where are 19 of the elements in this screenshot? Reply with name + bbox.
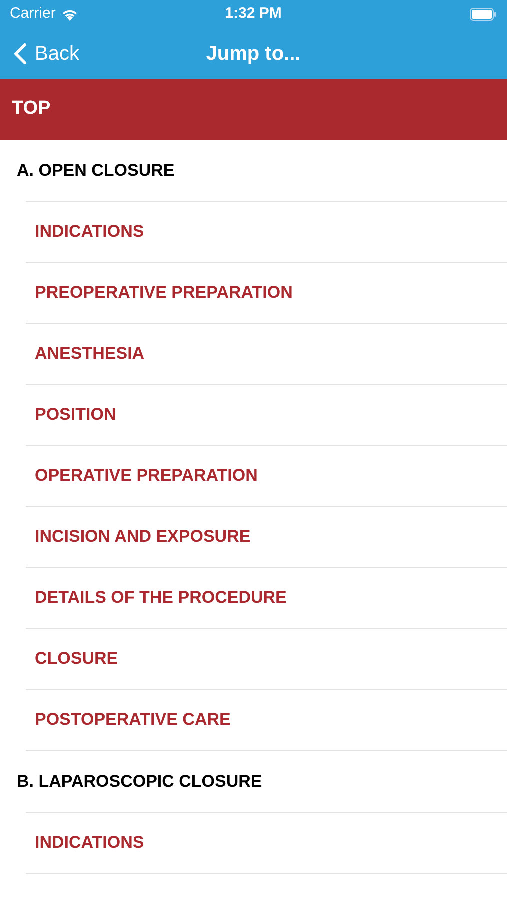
list-item[interactable]: POSITION: [26, 385, 507, 445]
top-item[interactable]: TOP: [0, 79, 507, 140]
status-time: 1:32 PM: [225, 4, 282, 24]
battery-icon: [470, 8, 497, 20]
carrier-label: Carrier: [10, 4, 56, 24]
list-item[interactable]: INDICATIONS: [26, 813, 507, 873]
list-item[interactable]: INCISION AND EXPOSURE: [26, 507, 507, 567]
section-header[interactable]: B. LAPAROSCOPIC CLOSURE: [0, 751, 507, 812]
screen-title: Jump to...: [206, 42, 301, 66]
wifi-icon: [60, 8, 79, 20]
chevron-left-icon: [14, 42, 27, 64]
list-item[interactable]: POSTOPERATIVE CARE: [26, 690, 507, 750]
list-item[interactable]: PREOPERATIVE PREPARATION: [26, 263, 507, 323]
list-item[interactable]: OPERATIVE PREPARATION: [26, 446, 507, 506]
list-item[interactable]: CLOSURE: [26, 629, 507, 689]
list-item[interactable]: DETAILS OF THE PROCEDURE: [26, 568, 507, 628]
section-header[interactable]: A. OPEN CLOSURE: [0, 140, 507, 201]
list-item[interactable]: INDICATIONS: [26, 202, 507, 262]
list-item[interactable]: ANESTHESIA: [26, 324, 507, 384]
